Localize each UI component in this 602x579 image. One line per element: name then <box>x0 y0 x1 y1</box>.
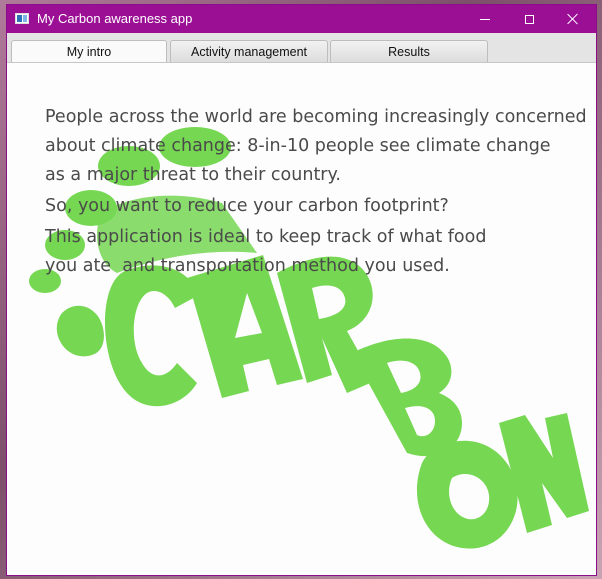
intro-line: People across the world are becoming inc… <box>45 107 587 127</box>
tab-bar: My intro Activity management Results <box>7 33 596 63</box>
letter-b-shape <box>352 338 462 457</box>
minimize-icon <box>480 18 490 20</box>
intro-panel: People across the world are becoming inc… <box>7 63 596 575</box>
sole-shape <box>56 305 104 357</box>
tab-results[interactable]: Results <box>330 40 488 63</box>
minimize-button[interactable] <box>462 5 508 33</box>
app-window: My Carbon awareness app My intro Activit… <box>7 5 596 575</box>
intro-line: about climate change: 8-in-10 people see… <box>45 136 551 156</box>
tab-activity-management[interactable]: Activity management <box>170 40 328 63</box>
intro-text: People across the world are becoming inc… <box>45 103 590 281</box>
intro-line: This application is ideal to keep track … <box>45 227 487 247</box>
title-bar[interactable]: My Carbon awareness app <box>7 5 596 33</box>
maximize-button[interactable] <box>506 5 552 33</box>
intro-line: as a major threat to their country. <box>45 165 341 185</box>
close-icon <box>567 13 579 25</box>
letter-o-shape <box>416 440 518 549</box>
maximize-icon <box>524 14 534 24</box>
window-title: My Carbon awareness app <box>37 11 193 26</box>
app-icon <box>15 13 29 24</box>
close-button[interactable] <box>550 5 596 33</box>
letter-c-shape <box>104 265 199 407</box>
intro-line: you ate and transportation method you us… <box>45 256 450 276</box>
intro-line: So, you want to reduce your carbon footp… <box>45 196 449 216</box>
tab-my-intro[interactable]: My intro <box>11 40 167 63</box>
